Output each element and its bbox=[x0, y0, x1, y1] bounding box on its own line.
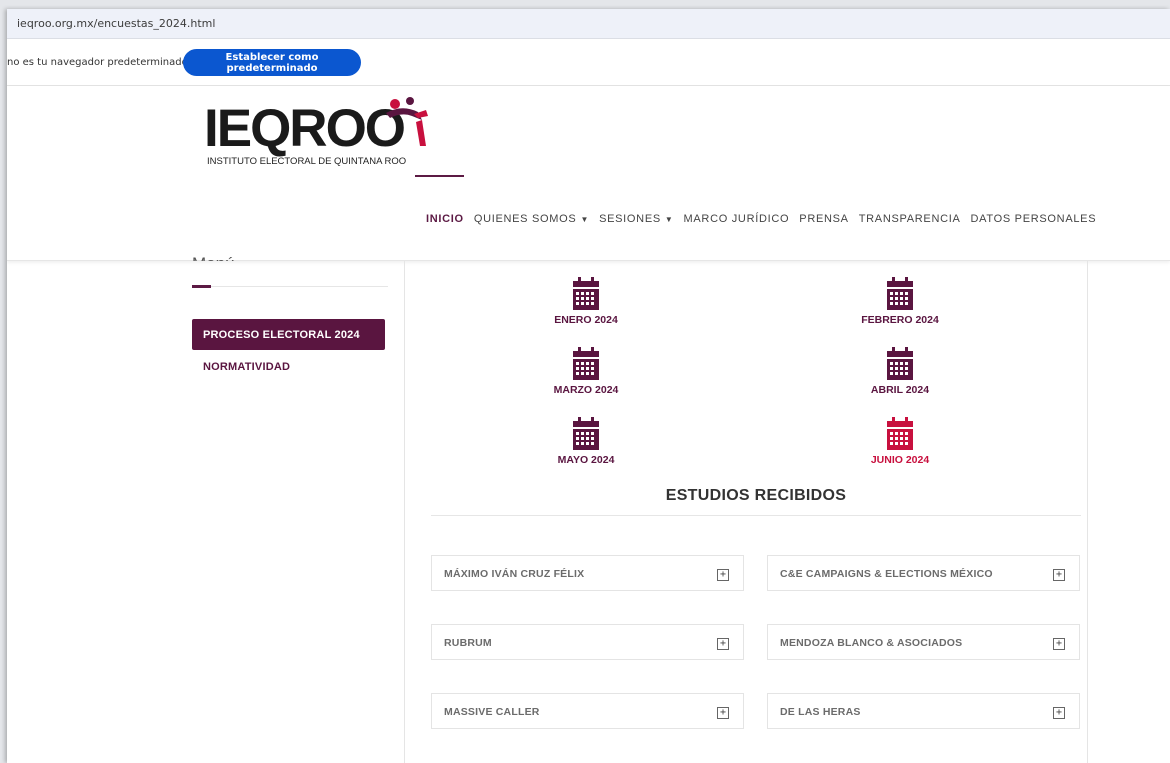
section-divider bbox=[431, 515, 1081, 516]
nav-item-label: SESIONES bbox=[599, 213, 661, 225]
month-label: MAYO 2024 bbox=[557, 454, 615, 466]
expand-plus-icon[interactable]: + bbox=[1053, 638, 1065, 650]
month-link-mayo[interactable]: MAYO 2024 bbox=[516, 417, 656, 466]
month-label: ENERO 2024 bbox=[554, 314, 618, 326]
nav-item-label: PRENSA bbox=[799, 213, 849, 225]
nav-item-marco-juridico[interactable]: MARCO JURÍDICO bbox=[679, 213, 795, 225]
nav-item-inicio[interactable]: INICIO bbox=[421, 213, 469, 225]
site-header: IEQROO INSTITUTO ELECTORAL DE QUINTANA R… bbox=[7, 86, 1170, 261]
month-link-junio[interactable]: JUNIO 2024 bbox=[830, 417, 970, 466]
month-label: ABRIL 2024 bbox=[870, 384, 930, 396]
sidebar-item-normatividad[interactable]: NORMATIVIDAD bbox=[192, 361, 385, 373]
study-item-maximo-ivan-cruz-felix[interactable]: MÁXIMO IVÁN CRUZ FÉLIX + bbox=[431, 555, 744, 591]
month-label: MARZO 2024 bbox=[553, 384, 619, 396]
expand-plus-icon[interactable]: + bbox=[1053, 569, 1065, 581]
logo-subtitle: INSTITUTO ELECTORAL DE QUINTANA ROO bbox=[207, 156, 407, 167]
nav-item-prensa[interactable]: PRENSA bbox=[794, 213, 853, 225]
study-label: MÁXIMO IVÁN CRUZ FÉLIX bbox=[444, 568, 585, 580]
nav-item-datos-personales[interactable]: DATOS PERSONALES bbox=[966, 213, 1102, 225]
study-item-mendoza-blanco[interactable]: MENDOZA BLANCO & ASOCIADOS + bbox=[767, 624, 1080, 660]
sidebar-divider bbox=[192, 286, 388, 287]
month-link-febrero[interactable]: FEBRERO 2024 bbox=[830, 277, 970, 326]
study-label: MENDOZA BLANCO & ASOCIADOS bbox=[780, 637, 963, 649]
default-browser-infobar: no es tu navegador predeterminado Establ… bbox=[7, 39, 1170, 86]
nav-item-label: DATOS PERSONALES bbox=[970, 213, 1097, 225]
nav-item-sesiones[interactable]: SESIONES ▼ bbox=[594, 213, 678, 225]
logo-figures-icon bbox=[386, 97, 428, 146]
expand-plus-icon[interactable]: + bbox=[717, 638, 729, 650]
caret-down-icon: ▼ bbox=[664, 214, 674, 224]
study-label: RUBRUM bbox=[444, 637, 492, 649]
default-browser-message: no es tu navegador predeterminado bbox=[7, 57, 188, 68]
main-nav: INICIO QUIENES SOMOS ▼ SESIONES ▼ MARCO JU… bbox=[421, 213, 1101, 225]
nav-item-label: INICIO bbox=[426, 213, 464, 225]
nav-item-label: QUIENES SOMOS bbox=[473, 213, 577, 225]
nav-item-transparencia[interactable]: TRANSPARENCIA bbox=[854, 213, 966, 225]
url-text[interactable]: ieqroo.org.mx/encuestas_2024.html bbox=[17, 17, 215, 30]
nav-active-underline bbox=[415, 175, 464, 177]
month-label: FEBRERO 2024 bbox=[861, 314, 939, 326]
address-bar[interactable]: ieqroo.org.mx/encuestas_2024.html bbox=[7, 9, 1170, 39]
expand-plus-icon[interactable]: + bbox=[717, 707, 729, 719]
study-item-de-las-heras[interactable]: DE LAS HERAS + bbox=[767, 693, 1080, 729]
study-item-rubrum[interactable]: RUBRUM + bbox=[431, 624, 744, 660]
sidebar-heading: Menú bbox=[192, 245, 235, 261]
calendar-icon bbox=[887, 417, 913, 450]
month-label: JUNIO 2024 bbox=[870, 454, 930, 466]
calendar-icon bbox=[573, 277, 599, 310]
calendar-icon bbox=[887, 277, 913, 310]
expand-plus-icon[interactable]: + bbox=[1053, 707, 1065, 719]
study-label: C&E CAMPAIGNS & ELECTIONS MÉXICO bbox=[780, 568, 993, 580]
calendar-icon bbox=[887, 347, 913, 380]
sidebar-accent-bar bbox=[192, 285, 211, 288]
section-title: ESTUDIOS RECIBIDOS bbox=[665, 487, 847, 504]
nav-item-label: TRANSPARENCIA bbox=[858, 213, 961, 225]
ieqroo-logo[interactable]: IEQROO INSTITUTO ELECTORAL DE QUINTANA R… bbox=[204, 97, 474, 178]
caret-down-icon: ▼ bbox=[580, 214, 590, 224]
nav-item-quienes-somos[interactable]: QUIENES SOMOS ▼ bbox=[469, 213, 594, 225]
calendar-icon bbox=[573, 417, 599, 450]
month-link-enero[interactable]: ENERO 2024 bbox=[516, 277, 656, 326]
expand-plus-icon[interactable]: + bbox=[717, 569, 729, 581]
sidebar-item-proceso-electoral[interactable]: PROCESO ELECTORAL 2024 bbox=[192, 319, 385, 350]
study-item-massive-caller[interactable]: MASSIVE CALLER + bbox=[431, 693, 744, 729]
browser-window: ieqroo.org.mx/encuestas_2024.html no es … bbox=[7, 9, 1170, 763]
study-item-ce-campaigns[interactable]: C&E CAMPAIGNS & ELECTIONS MÉXICO + bbox=[767, 555, 1080, 591]
month-link-abril[interactable]: ABRIL 2024 bbox=[830, 347, 970, 396]
set-default-button[interactable]: Establecer como predeterminado bbox=[183, 49, 361, 76]
study-label: DE LAS HERAS bbox=[780, 706, 861, 718]
content-divider-left bbox=[404, 261, 405, 763]
nav-item-label: MARCO JURÍDICO bbox=[683, 213, 790, 225]
content-divider-right bbox=[1087, 261, 1088, 763]
study-label: MASSIVE CALLER bbox=[444, 706, 540, 718]
month-link-marzo[interactable]: MARZO 2024 bbox=[516, 347, 656, 396]
calendar-icon bbox=[573, 347, 599, 380]
